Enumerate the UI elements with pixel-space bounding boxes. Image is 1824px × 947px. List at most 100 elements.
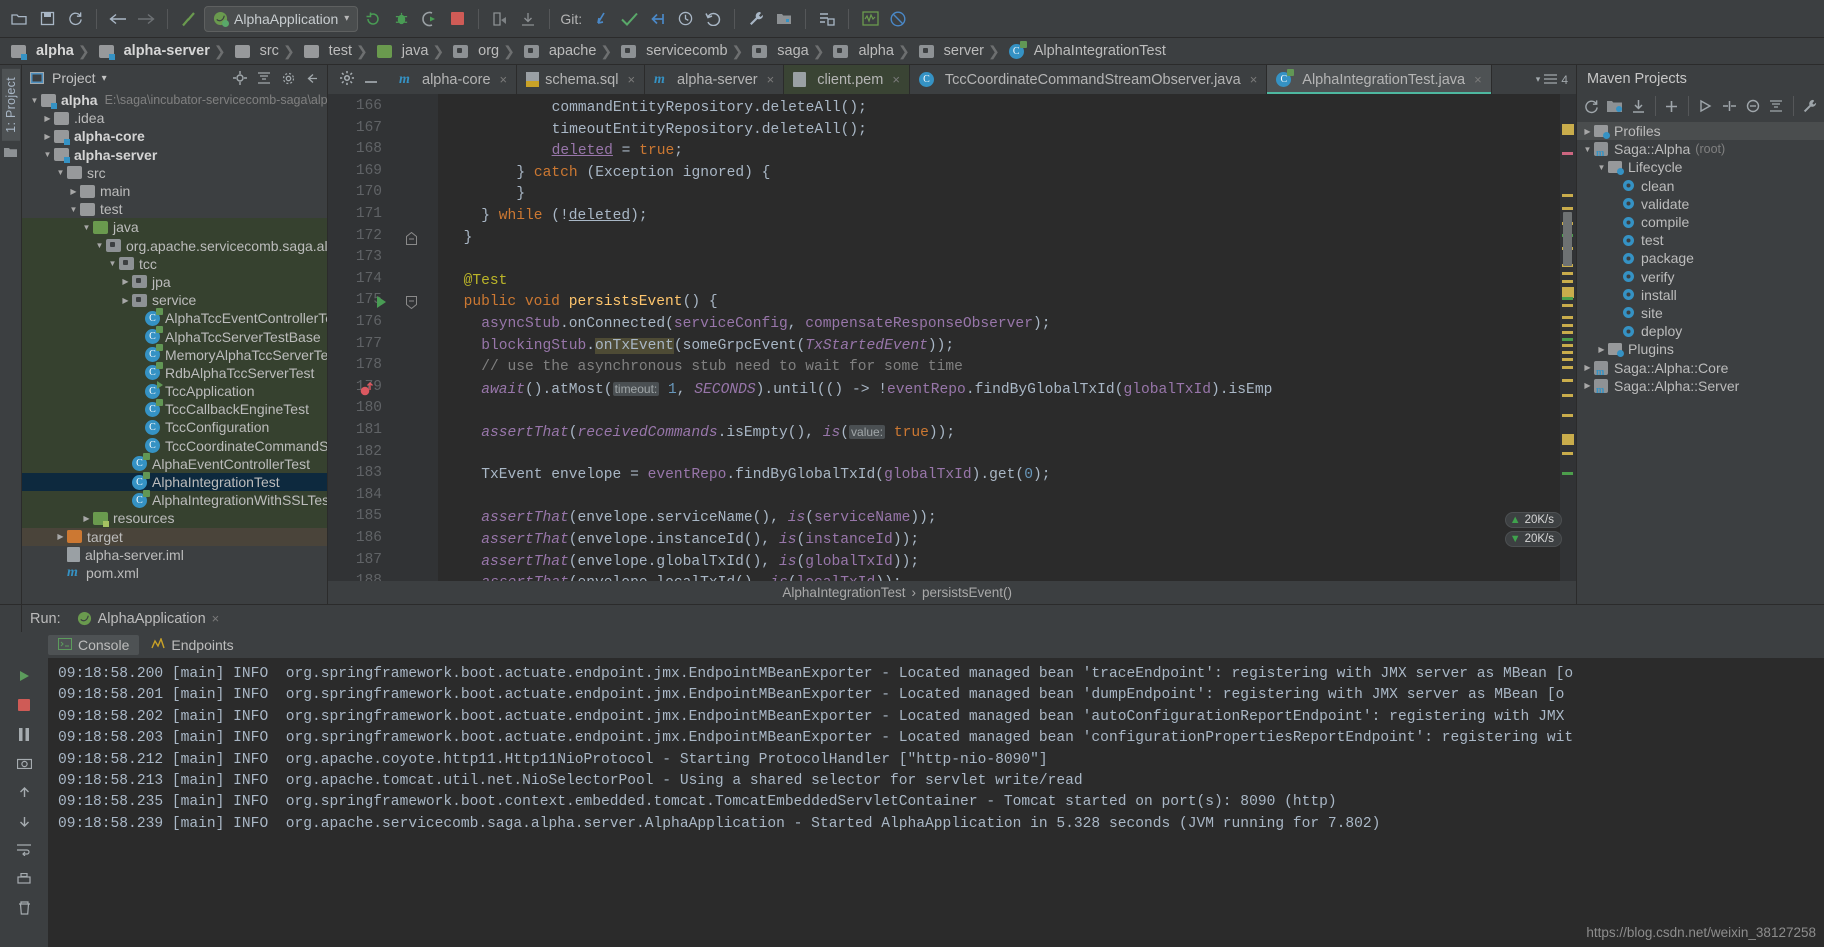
code-line[interactable]: assertThat(envelope.instanceId(), is(ins… [438,530,919,552]
breadcrumb-item-server[interactable]: server [912,38,988,65]
tree-item[interactable]: alpha-server.iml [22,546,327,564]
code-line[interactable]: } [438,184,525,206]
push-icon[interactable] [644,6,670,32]
settings-wrench-icon[interactable] [743,6,769,32]
code-fold-icon[interactable] [406,296,417,312]
expand-arrow-icon[interactable]: ▼ [106,259,119,268]
chevron-down-icon[interactable]: ▾ [344,13,349,24]
maven-tree-item[interactable]: deploy [1577,322,1824,340]
editor-tab-client-pem[interactable]: client.pem × [784,65,910,94]
tree-item[interactable]: C TccApplication [22,380,327,401]
tree-item[interactable]: ▼ alpha E:\saga\incubator-servicecomb-saga… [22,91,327,109]
close-icon[interactable]: × [892,72,900,87]
run-icon[interactable] [1695,96,1716,117]
expand-arrow-icon[interactable]: ▼ [41,150,54,159]
expand-arrow-icon[interactable]: ▶ [1595,345,1608,354]
run-config-tab[interactable]: AlphaApplication × [69,605,228,632]
maven-tree-item[interactable]: verify [1577,268,1824,286]
tree-item[interactable]: ▼ src [22,164,327,182]
run-subtab-endpoints[interactable]: Endpoints [141,635,243,655]
code-line[interactable]: TxEvent envelope = eventRepo.findByGloba… [438,465,1050,487]
trash-icon[interactable] [13,898,35,918]
rerun-icon[interactable] [13,666,35,686]
tab-list-caret-icon[interactable]: ▾ [1536,74,1541,85]
expand-arrow-icon[interactable]: ▶ [119,296,132,305]
code-line[interactable]: assertThat(receivedCommands.isEmpty(), i… [438,422,955,445]
code-line[interactable]: assertThat(envelope.globalTxId(), is(glo… [438,552,919,574]
code-line[interactable]: asyncStub.onConnected(serviceConfig, com… [438,314,1050,336]
maven-tree-item[interactable]: compile [1577,213,1824,231]
code-line[interactable]: // use the asynchronous stub need to wai… [438,357,963,379]
tree-item[interactable]: C TccCoordinateCommandStreamO [22,436,327,455]
close-icon[interactable]: × [212,611,220,626]
breadcrumb-item-test[interactable]: test [297,38,356,65]
update-project-icon[interactable] [588,6,614,32]
pause-icon[interactable] [13,724,35,744]
editor-scrollbar-thumb[interactable] [1563,212,1572,266]
project-folder-icon[interactable] [4,147,17,161]
gear-icon[interactable] [340,71,354,88]
settings-wrench-icon[interactable] [1799,96,1820,117]
execute-goal-icon[interactable] [1719,96,1740,117]
no-access-icon[interactable] [885,6,911,32]
close-icon[interactable]: × [500,72,508,87]
generate-sources-icon[interactable] [1605,96,1626,117]
sync-icon[interactable] [62,6,88,32]
target-icon[interactable] [231,69,249,87]
minimize-icon[interactable] [364,72,378,87]
editor-tab-alpha-core[interactable]: m alpha-core × [390,65,518,94]
tree-item[interactable]: C AlphaIntegrationTest [22,471,327,492]
expand-arrow-icon[interactable]: ▶ [67,187,80,196]
close-icon[interactable]: × [1474,72,1482,87]
editor-tab-tcccoordinatecommandstreamobserver-java[interactable]: C TccCoordinateCommandStreamObserver.java… [909,65,1268,94]
code-line[interactable]: blockingStub.onTxEvent(someGrpcEvent(TxS… [438,336,954,358]
stop-icon[interactable] [13,695,35,715]
tree-item[interactable]: C AlphaEventControllerTest [22,453,327,473]
run-subtab-console[interactable]: Console [48,635,140,655]
code-fold-icon[interactable] [406,231,417,248]
tree-item[interactable]: ▼ java [22,218,327,237]
hide-icon[interactable] [303,69,321,87]
download-sources-icon[interactable] [1628,96,1649,117]
maven-tree-item[interactable]: clean [1577,177,1824,195]
code-line[interactable]: deleted = true; [438,141,683,163]
code-line[interactable]: timeoutEntityRepository.deleteAll(); [438,120,867,142]
expand-arrow-icon[interactable]: ▶ [1581,363,1594,372]
tree-item[interactable]: ▶ target [22,527,327,546]
maven-tree[interactable]: ▶Profiles▼Saga::Alpha(root)▼Lifecyclecle… [1577,120,1824,604]
maven-tree-item[interactable]: ▶ Saga::Alpha::Server [1577,377,1824,396]
code-line[interactable]: commandEntityRepository.deleteAll(); [438,98,867,120]
breadcrumb-item-src[interactable]: src [228,38,283,65]
tree-item[interactable]: ▶ service [22,291,327,310]
breadcrumb-item-org[interactable]: org [446,38,503,65]
code-line[interactable]: await().atMost(timeout: 1, SECONDS).unti… [438,379,1272,402]
save-icon[interactable] [34,6,60,32]
tree-item[interactable]: C RdbAlphaTccServerTest [22,362,327,382]
skip-tests-icon[interactable] [1742,96,1763,117]
code-line[interactable]: assertThat(envelope.serviceName(), is(se… [438,508,936,530]
maven-tree-item[interactable]: ▼ Saga::Alpha (root) [1577,140,1824,159]
console-output[interactable]: https://blog.csdn.net/weixin_38127258 09… [48,658,1824,947]
editor-tab-alpha-server[interactable]: m alpha-server × [645,65,785,94]
maven-tree-item[interactable]: validate [1577,195,1824,213]
expand-arrow-icon[interactable]: ▼ [28,96,41,105]
expand-arrow-icon[interactable]: ▶ [41,114,54,123]
tree-item[interactable]: C MemoryAlphaTccServerTest [22,344,327,364]
tree-item[interactable]: ▼ alpha-server [22,146,327,164]
editor-marker-bar[interactable] [1560,94,1576,581]
close-icon[interactable]: × [627,72,635,87]
expand-arrow-icon[interactable]: ▶ [80,514,93,523]
tree-item[interactable]: C AlphaTccEventControllerTest [22,307,327,328]
maven-tree-item[interactable]: site [1577,304,1824,322]
code-line[interactable]: @Test [438,271,508,293]
sdk-icon[interactable] [814,6,840,32]
forward-arrow-icon[interactable] [133,6,159,32]
deploy-icon[interactable] [487,6,513,32]
breadcrumb-item-alpha[interactable]: alpha [826,38,897,65]
tree-item[interactable]: ▼ tcc [22,254,327,273]
breadcrumb-item-alpha[interactable]: alpha [4,38,78,65]
tree-item[interactable]: ▶ jpa [22,272,327,292]
maven-tree-item[interactable]: install [1577,286,1824,304]
code-line[interactable]: } while (!deleted); [438,206,647,228]
project-structure-icon[interactable] [771,6,797,32]
